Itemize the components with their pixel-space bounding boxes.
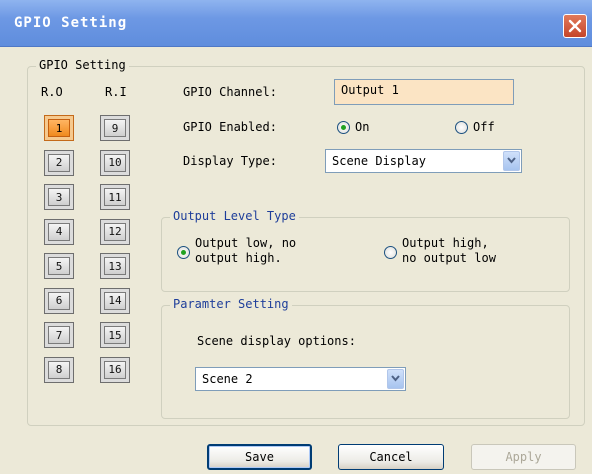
gpio-button-label: 15 [104, 326, 126, 344]
gpio-button-12[interactable]: 12 [100, 218, 130, 245]
parameter-setting-group: Paramter Setting [161, 297, 570, 419]
chevron-down-icon [507, 157, 516, 164]
ro-column-label: R.O [41, 85, 63, 99]
gpio-button-label: 10 [104, 153, 126, 172]
gpio-button-label: 12 [104, 222, 126, 241]
gpio-button-label: 14 [104, 291, 126, 310]
display-type-value: Scene Display [332, 154, 426, 168]
gpio-button-5[interactable]: 5 [44, 253, 74, 279]
gpio-button-label: 1 [48, 119, 70, 137]
gpio-button-1[interactable]: 1 [44, 115, 74, 141]
gpio-button-3[interactable]: 3 [44, 184, 74, 210]
parameter-setting-title: Paramter Setting [170, 297, 292, 311]
gpio-channel-field[interactable]: Output 1 [334, 79, 514, 105]
output-low-label-line2: output high. [195, 251, 282, 265]
display-type-dropdown-button[interactable] [503, 151, 520, 171]
enabled-off-label: Off [473, 120, 495, 134]
output-low-radio[interactable] [177, 246, 190, 259]
enabled-off-radio[interactable] [455, 121, 468, 134]
gpio-button-7[interactable]: 7 [44, 322, 74, 348]
gpio-button-label: 4 [48, 222, 70, 241]
save-button[interactable]: Save [207, 444, 312, 470]
enabled-on-label: On [355, 120, 370, 134]
gpio-button-14[interactable]: 14 [100, 287, 130, 314]
gpio-button-label: 7 [48, 326, 70, 344]
ri-column-label: R.I [105, 85, 127, 99]
gpio-button-label: 8 [48, 360, 70, 379]
output-high-label-line2: no output low [402, 251, 496, 265]
title-bar: GPIO Setting [0, 0, 592, 47]
enabled-on-radio[interactable] [337, 121, 350, 134]
gpio-button-11[interactable]: 11 [100, 184, 130, 210]
gpio-button-label: 16 [104, 360, 126, 379]
gpio-button-label: 6 [48, 291, 70, 310]
gpio-button-6[interactable]: 6 [44, 287, 74, 314]
gpio-button-label: 11 [104, 188, 126, 206]
gpio-button-8[interactable]: 8 [44, 356, 74, 383]
gpio-button-16[interactable]: 16 [100, 356, 130, 383]
gpio-channel-value: Output 1 [341, 83, 399, 97]
close-button[interactable] [563, 14, 587, 38]
gpio-button-9[interactable]: 9 [100, 115, 130, 141]
output-low-label: Output low, no output high. [195, 236, 296, 266]
scene-options-value: Scene 2 [202, 372, 253, 386]
dialog-body: GPIO Setting R.O R.I 12345678 9 10 11 12 13 1… [0, 47, 592, 474]
gpio-button-label: 5 [48, 257, 70, 275]
gpio-button-label: 2 [48, 153, 70, 172]
gpio-enabled-label: GPIO Enabled: [183, 120, 277, 134]
display-type-label: Display Type: [183, 154, 277, 168]
gpio-button-4[interactable]: 4 [44, 218, 74, 245]
gpio-button-10[interactable]: 10 [100, 149, 130, 176]
gpio-button-label: 13 [104, 257, 126, 275]
gpio-button-label: 9 [104, 119, 126, 137]
gpio-channel-label: GPIO Channel: [183, 85, 277, 99]
scene-options-label: Scene display options: [197, 334, 356, 348]
output-high-label: Output high, no output low [402, 236, 496, 266]
gpio-button-15[interactable]: 15 [100, 322, 130, 348]
gpio-button-label: 3 [48, 188, 70, 206]
chevron-down-icon [391, 375, 400, 382]
output-low-label-line1: Output low, no [195, 236, 297, 250]
gpio-button-13[interactable]: 13 [100, 253, 130, 279]
gpio-button-2[interactable]: 2 [44, 149, 74, 176]
output-high-radio[interactable] [384, 246, 397, 259]
scene-options-dropdown-button[interactable] [387, 369, 404, 389]
close-icon [568, 19, 582, 33]
gpio-group-title: GPIO Setting [36, 58, 129, 72]
scene-options-select[interactable]: Scene 2 [195, 367, 406, 391]
output-level-title: Output Level Type [170, 209, 299, 223]
apply-button[interactable]: Apply [471, 444, 576, 470]
display-type-select[interactable]: Scene Display [325, 149, 522, 173]
window-title: GPIO Setting [14, 15, 128, 31]
output-high-label-line1: Output high, [402, 236, 489, 250]
cancel-button[interactable]: Cancel [338, 444, 444, 470]
